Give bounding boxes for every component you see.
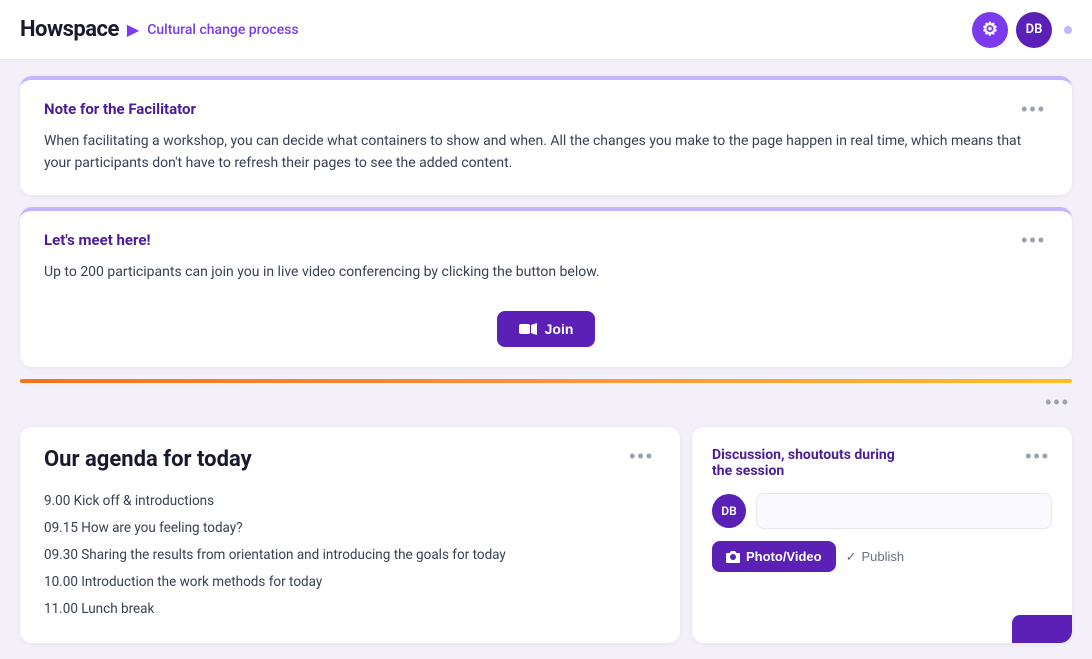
meet-more-button[interactable]: ••• [1019,231,1048,249]
notification-dot [1064,26,1072,34]
bottom-row: Our agenda for today ••• 9.00 Kick off &… [20,427,1072,643]
header-right: ⚙ DB [972,12,1072,48]
list-item: 09.30 Sharing the results from orientati… [44,542,656,569]
check-icon: ✓ [846,549,857,565]
app-header: Howspace ▶ Cultural change process ⚙ DB [0,0,1092,60]
facilitator-more-button[interactable]: ••• [1019,100,1048,118]
facilitator-card-header: Note for the Facilitator ••• [44,100,1048,118]
settings-avatar[interactable]: ⚙ [972,12,1008,48]
discussion-avatar: DB [712,494,746,528]
breadcrumb-separator: ▶ [127,20,139,39]
list-item: 9.00 Kick off & introductions [44,488,656,515]
facilitator-card-title: Note for the Facilitator [44,100,196,118]
publish-label: Publish [862,549,905,564]
meet-card: Let's meet here! ••• Up to 200 participa… [20,207,1072,367]
camera-icon [726,551,740,563]
photo-btn-label: Photo/Video [746,549,822,564]
separator-section: ••• [20,379,1072,415]
discussion-more-button[interactable]: ••• [1023,447,1052,465]
list-item: 09.15 How are you feeling today? [44,515,656,542]
join-label: Join [545,321,574,337]
facilitator-card: Note for the Facilitator ••• When facili… [20,76,1072,195]
agenda-more-button[interactable]: ••• [627,447,656,465]
purple-bottom-accent [1012,615,1072,643]
discussion-card-header: Discussion, shoutouts during the session… [712,447,1052,493]
separator-more-button[interactable]: ••• [1043,393,1072,411]
main-content: Note for the Facilitator ••• When facili… [0,60,1092,659]
agenda-card: Our agenda for today ••• 9.00 Kick off &… [20,427,680,643]
separator-row: ••• [20,387,1072,415]
discussion-action-row: Photo/Video ✓ Publish [712,541,1052,572]
agenda-title: Our agenda for today [44,447,252,472]
user-avatar[interactable]: DB [1016,12,1052,48]
photo-video-button[interactable]: Photo/Video [712,541,836,572]
join-button-container: Join [44,291,1048,347]
discussion-input-row: DB [712,493,1052,529]
meet-card-title: Let's meet here! [44,231,151,249]
list-item: 10.00 Introduction the work methods for … [44,569,656,596]
discussion-title: Discussion, shoutouts during the session [712,447,912,479]
meet-card-header: Let's meet here! ••• [44,231,1048,249]
discussion-input[interactable] [756,493,1052,529]
join-button[interactable]: Join [497,311,596,347]
meet-card-body: Up to 200 participants can join you in l… [44,261,1048,283]
discussion-card: Discussion, shoutouts during the session… [692,427,1072,643]
app-logo: Howspace [20,17,119,42]
publish-button[interactable]: ✓ Publish [846,549,905,565]
agenda-card-header: Our agenda for today ••• [44,447,656,488]
list-item: 11.00 Lunch break [44,596,656,623]
facilitator-card-body: When facilitating a workshop, you can de… [44,130,1048,175]
breadcrumb-link[interactable]: Cultural change process [147,22,298,38]
agenda-items-list: 9.00 Kick off & introductions 09.15 How … [44,488,656,623]
separator-bar [20,379,1072,383]
video-icon [519,323,537,335]
